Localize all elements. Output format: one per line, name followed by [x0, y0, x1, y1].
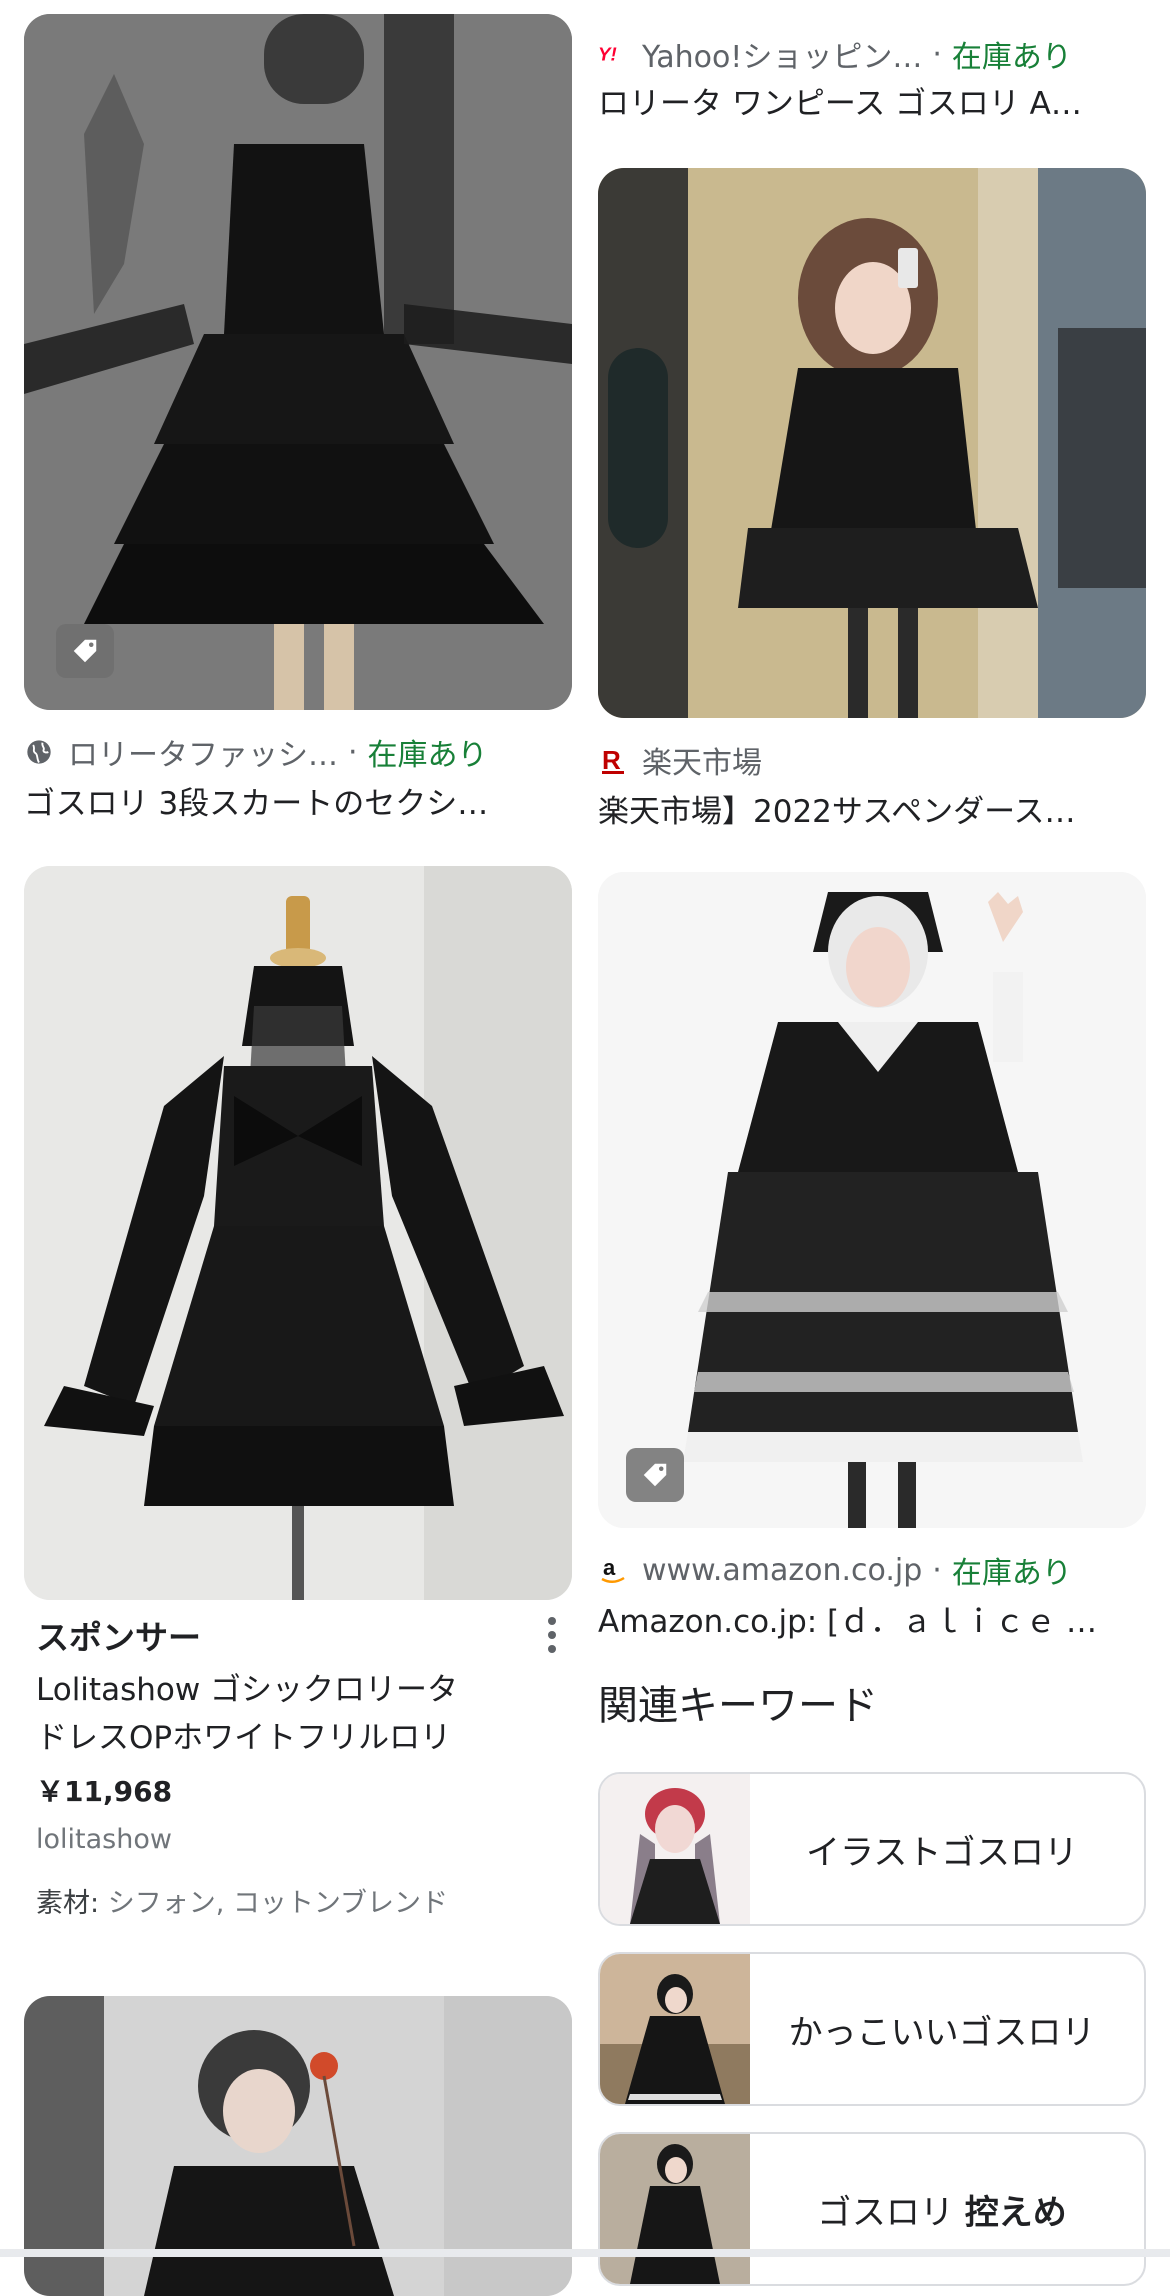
keyword-thumbnail [600, 1774, 750, 1924]
tag-icon [626, 1448, 684, 1502]
source-name: Yahoo!ショッピン… [642, 40, 923, 74]
source-row: Y! Yahoo!ショッピン… · 在庫あり [598, 34, 1146, 75]
result-card[interactable]: Y! Yahoo!ショッピン… · 在庫あり ロリータ ワンピース ゴスロリ A… [598, 34, 1146, 126]
sponsored-card[interactable]: スポンサー Lolitashow ゴシックロリータ ドレスOPホワイトフリルロリ… [24, 866, 572, 1920]
keyword-label: かっこいいゴスロリ [788, 2012, 1096, 2053]
source-name: 楽天市場 [642, 746, 762, 780]
material-value: シフォン, コットンブレンド [107, 1888, 449, 1919]
amazon-icon: a [598, 1555, 628, 1585]
material-label: 素材: [36, 1888, 100, 1919]
stock-status: 在庫あり [951, 40, 1072, 74]
sponsor-header: スポンサー [24, 1610, 572, 1660]
result-card[interactable]: ロリータファッシ… · 在庫あり ゴスロリ 3段スカートのセクシ… [24, 14, 572, 826]
source-row: ロリータファッシ… · 在庫あり [24, 732, 572, 772]
svg-text:a: a [603, 1555, 616, 1580]
product-image[interactable] [24, 866, 572, 1600]
sponsor-label: スポンサー [36, 1618, 201, 1657]
product-image[interactable] [598, 168, 1146, 718]
product-image[interactable] [598, 872, 1146, 1528]
bottom-edge [0, 2249, 1170, 2257]
product-photo [598, 168, 1146, 718]
related-keywords-heading: 関連キーワード [598, 1683, 878, 1729]
separator-dot: · [932, 1552, 942, 1588]
tag-icon [56, 624, 114, 678]
separator-dot: · [348, 734, 358, 770]
sponsored-price: ￥11,968 [36, 1775, 173, 1808]
keyword-label-plain: ゴスロリ [817, 2192, 954, 2233]
source-name: ロリータファッシ… [68, 738, 338, 772]
product-photo [24, 866, 572, 1600]
source-name: www.amazon.co.jp [642, 1552, 923, 1588]
keyword-label: イラストゴスロリ [806, 1832, 1078, 1873]
keyword-thumbnail [600, 2134, 750, 2284]
result-card[interactable]: a www.amazon.co.jp · 在庫あり Amazon.co.jp: … [598, 872, 1146, 1644]
more-vert-icon[interactable] [532, 1610, 572, 1660]
svg-text:Y!: Y! [598, 44, 617, 65]
globe-icon [24, 737, 54, 767]
product-photo [24, 14, 572, 710]
sponsored-title-line2[interactable]: ドレスOPホワイトフリルロリ [24, 1714, 572, 1762]
source-row: R 楽天市場 [598, 740, 1146, 780]
rakuten-icon: R [598, 745, 628, 775]
result-card[interactable]: R 楽天市場 楽天市場】2022サスペンダース… [598, 168, 1146, 834]
keyword-label: ゴスロリ 控えめ [750, 2185, 1144, 2234]
sponsored-title-line1[interactable]: Lolitashow ゴシックロリータ [24, 1666, 572, 1714]
svg-text:R: R [602, 745, 621, 775]
related-keyword-chip[interactable]: ゴスロリ 控えめ [598, 2132, 1146, 2286]
keyword-label-bold: 控えめ [964, 2192, 1067, 2233]
stock-status: 在庫あり [367, 738, 488, 772]
related-keywords-section: 関連キーワード イラストゴスロリ かっこいいゴスロリ ゴスロリ 控えめ [598, 1676, 1146, 2286]
related-keyword-chip[interactable]: イラストゴスロリ [598, 1772, 1146, 1926]
yahoo-icon: Y! [598, 39, 628, 69]
related-keyword-chip[interactable]: かっこいいゴスロリ [598, 1952, 1146, 2106]
result-title[interactable]: Amazon.co.jp: [ｄ．ａｌｉｃｅ … [598, 1600, 1146, 1644]
result-title[interactable]: 楽天市場】2022サスペンダース… [598, 790, 1146, 834]
product-image[interactable] [24, 14, 572, 710]
keyword-thumbnail [600, 1954, 750, 2104]
result-title[interactable]: ロリータ ワンピース ゴスロリ A… [598, 82, 1146, 126]
separator-dot: · [932, 36, 942, 72]
source-row: a www.amazon.co.jp · 在庫あり [598, 1550, 1146, 1590]
sponsored-merchant: lolitashow [36, 1824, 172, 1855]
result-title[interactable]: ゴスロリ 3段スカートのセクシ… [24, 782, 572, 826]
stock-status: 在庫あり [951, 1556, 1072, 1590]
sponsored-material: 素材: シフォン, コットンブレンド [24, 1881, 572, 1920]
product-photo [598, 872, 1146, 1528]
